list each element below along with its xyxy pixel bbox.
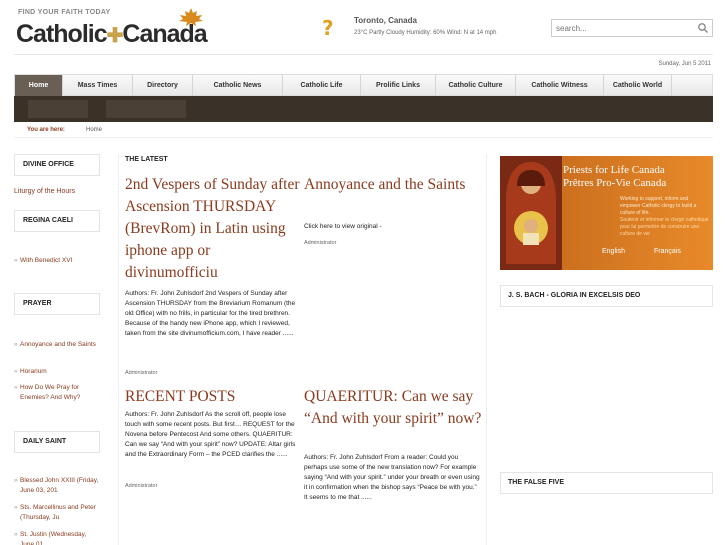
sidebar-link[interactable]: Horarium (14, 367, 102, 377)
ad-french-link[interactable]: Français (654, 248, 681, 255)
ad-title-fr: Prêtres Pro-Vie Canada (563, 177, 667, 189)
search-input[interactable] (552, 20, 692, 36)
sidebar-link[interactable]: With Benedict XVI (14, 256, 102, 266)
sidebar-link[interactable]: St. Justin (Wednesday, June 01 (14, 530, 102, 545)
sub-nav-item[interactable] (106, 100, 186, 118)
sidebar-link-liturgy[interactable]: Liturgy of the Hours (14, 187, 75, 197)
nav-item-catholic-culture[interactable]: Catholic Culture (436, 75, 516, 96)
nav-item-mass-times[interactable]: Mass Times (63, 75, 133, 96)
sub-nav (14, 96, 713, 122)
nav-item-catholic-world[interactable]: Catholic World (604, 75, 672, 96)
widget-heading-false-five: THE FALSE FIVE (500, 472, 713, 494)
sidebar-link[interactable]: Blessed John XXIII (Friday, June 03, 201 (14, 476, 102, 496)
site-logo[interactable]: FIND YOUR FAITH TODAY Catholic✚Canada (15, 8, 225, 48)
nav-item-catholic-life[interactable]: Catholic Life (283, 75, 361, 96)
post-excerpt: Click here to view original - (304, 223, 382, 230)
latest-heading: THE LATEST (125, 156, 168, 163)
weather-icon: ? (322, 16, 334, 40)
post-author: Administrator (125, 483, 158, 489)
ad-title-en: Priests for Life Canada (563, 164, 665, 176)
nav-item-prolific-links[interactable]: Prolific Links (361, 75, 436, 96)
post-excerpt: Authors: Fr. John Zuhlsdorf As the scrol… (125, 411, 296, 458)
search-box (551, 19, 713, 37)
nav-item-directory[interactable]: Directory (133, 75, 193, 96)
post-excerpt: Authors: Fr. John Zuhlsdorf From a reade… (304, 454, 480, 501)
maple-leaf-icon (179, 8, 203, 26)
sidebar-heading-daily-saint: DAILY SAINT (14, 431, 100, 453)
current-date: Sunday, Jun 5 2011 (658, 61, 712, 67)
breadcrumb-label: You are here: (27, 127, 65, 133)
post-title[interactable]: RECENT POSTS (125, 386, 305, 408)
sub-nav-item[interactable] (28, 100, 88, 118)
sidebar-link[interactable]: How Do We Pray for Enemies? And Why? (14, 383, 102, 403)
main-nav: Home Mass Times Directory Catholic News … (14, 74, 713, 96)
nav-item-home[interactable]: Home (15, 75, 63, 96)
post-title[interactable]: Annoyance and the Saints (304, 174, 484, 196)
post-title[interactable]: 2nd Vespers of Sunday after Ascension TH… (125, 174, 305, 284)
post-author: Administrator (125, 370, 158, 376)
date-bar: Sunday, Jun 5 2011 (14, 56, 713, 72)
madonna-icon (500, 156, 562, 270)
column-divider (486, 154, 487, 545)
weather-details: 23°C Partly Cloudy Humidity: 60% Wind: N… (354, 30, 497, 36)
ad-tagline-en: Working to support, inform and empower C… (620, 196, 697, 216)
priests-for-life-ad[interactable]: Priests for Life Canada Prêtres Pro-Vie … (500, 156, 713, 270)
post-title[interactable]: QUAERITUR: Can we say “And with your spi… (304, 386, 484, 430)
sidebar-heading-regina-caeli: REGINA CAELI (14, 210, 100, 232)
sidebar-link[interactable]: Annoyance and the Saints (14, 340, 102, 350)
ad-english-link[interactable]: English (602, 248, 625, 255)
weather-city: Toronto, Canada (354, 16, 417, 25)
sidebar-link[interactable]: Sts. Marcellinus and Peter (Thursday, Ju (14, 503, 102, 523)
header-divider (14, 54, 713, 55)
column-divider (118, 154, 119, 545)
ad-tagline-fr: Soutenir et informer le clergé catholiqu… (620, 217, 709, 237)
post-excerpt: Authors: Fr. John Zuhlsdorf 2nd Vespers … (125, 290, 296, 337)
widget-heading-bach: J. S. BACH - GLORIA IN EXCELSIS DEO (500, 285, 713, 307)
nav-item-catholic-witness[interactable]: Catholic Witness (516, 75, 604, 96)
breadcrumb: You are here: Home (14, 124, 713, 138)
nav-item-catholic-news[interactable]: Catholic News (193, 75, 283, 96)
search-icon[interactable] (697, 22, 709, 34)
sidebar-heading-divine-office: DIVINE OFFICE (14, 154, 100, 176)
site-header: FIND YOUR FAITH TODAY Catholic✚Canada ? … (0, 0, 727, 56)
breadcrumb-home-link[interactable]: Home (86, 127, 102, 133)
sidebar-heading-prayer: PRAYER (14, 293, 100, 315)
post-author: Administrator (304, 240, 337, 246)
logo-tagline: FIND YOUR FAITH TODAY (18, 9, 111, 16)
